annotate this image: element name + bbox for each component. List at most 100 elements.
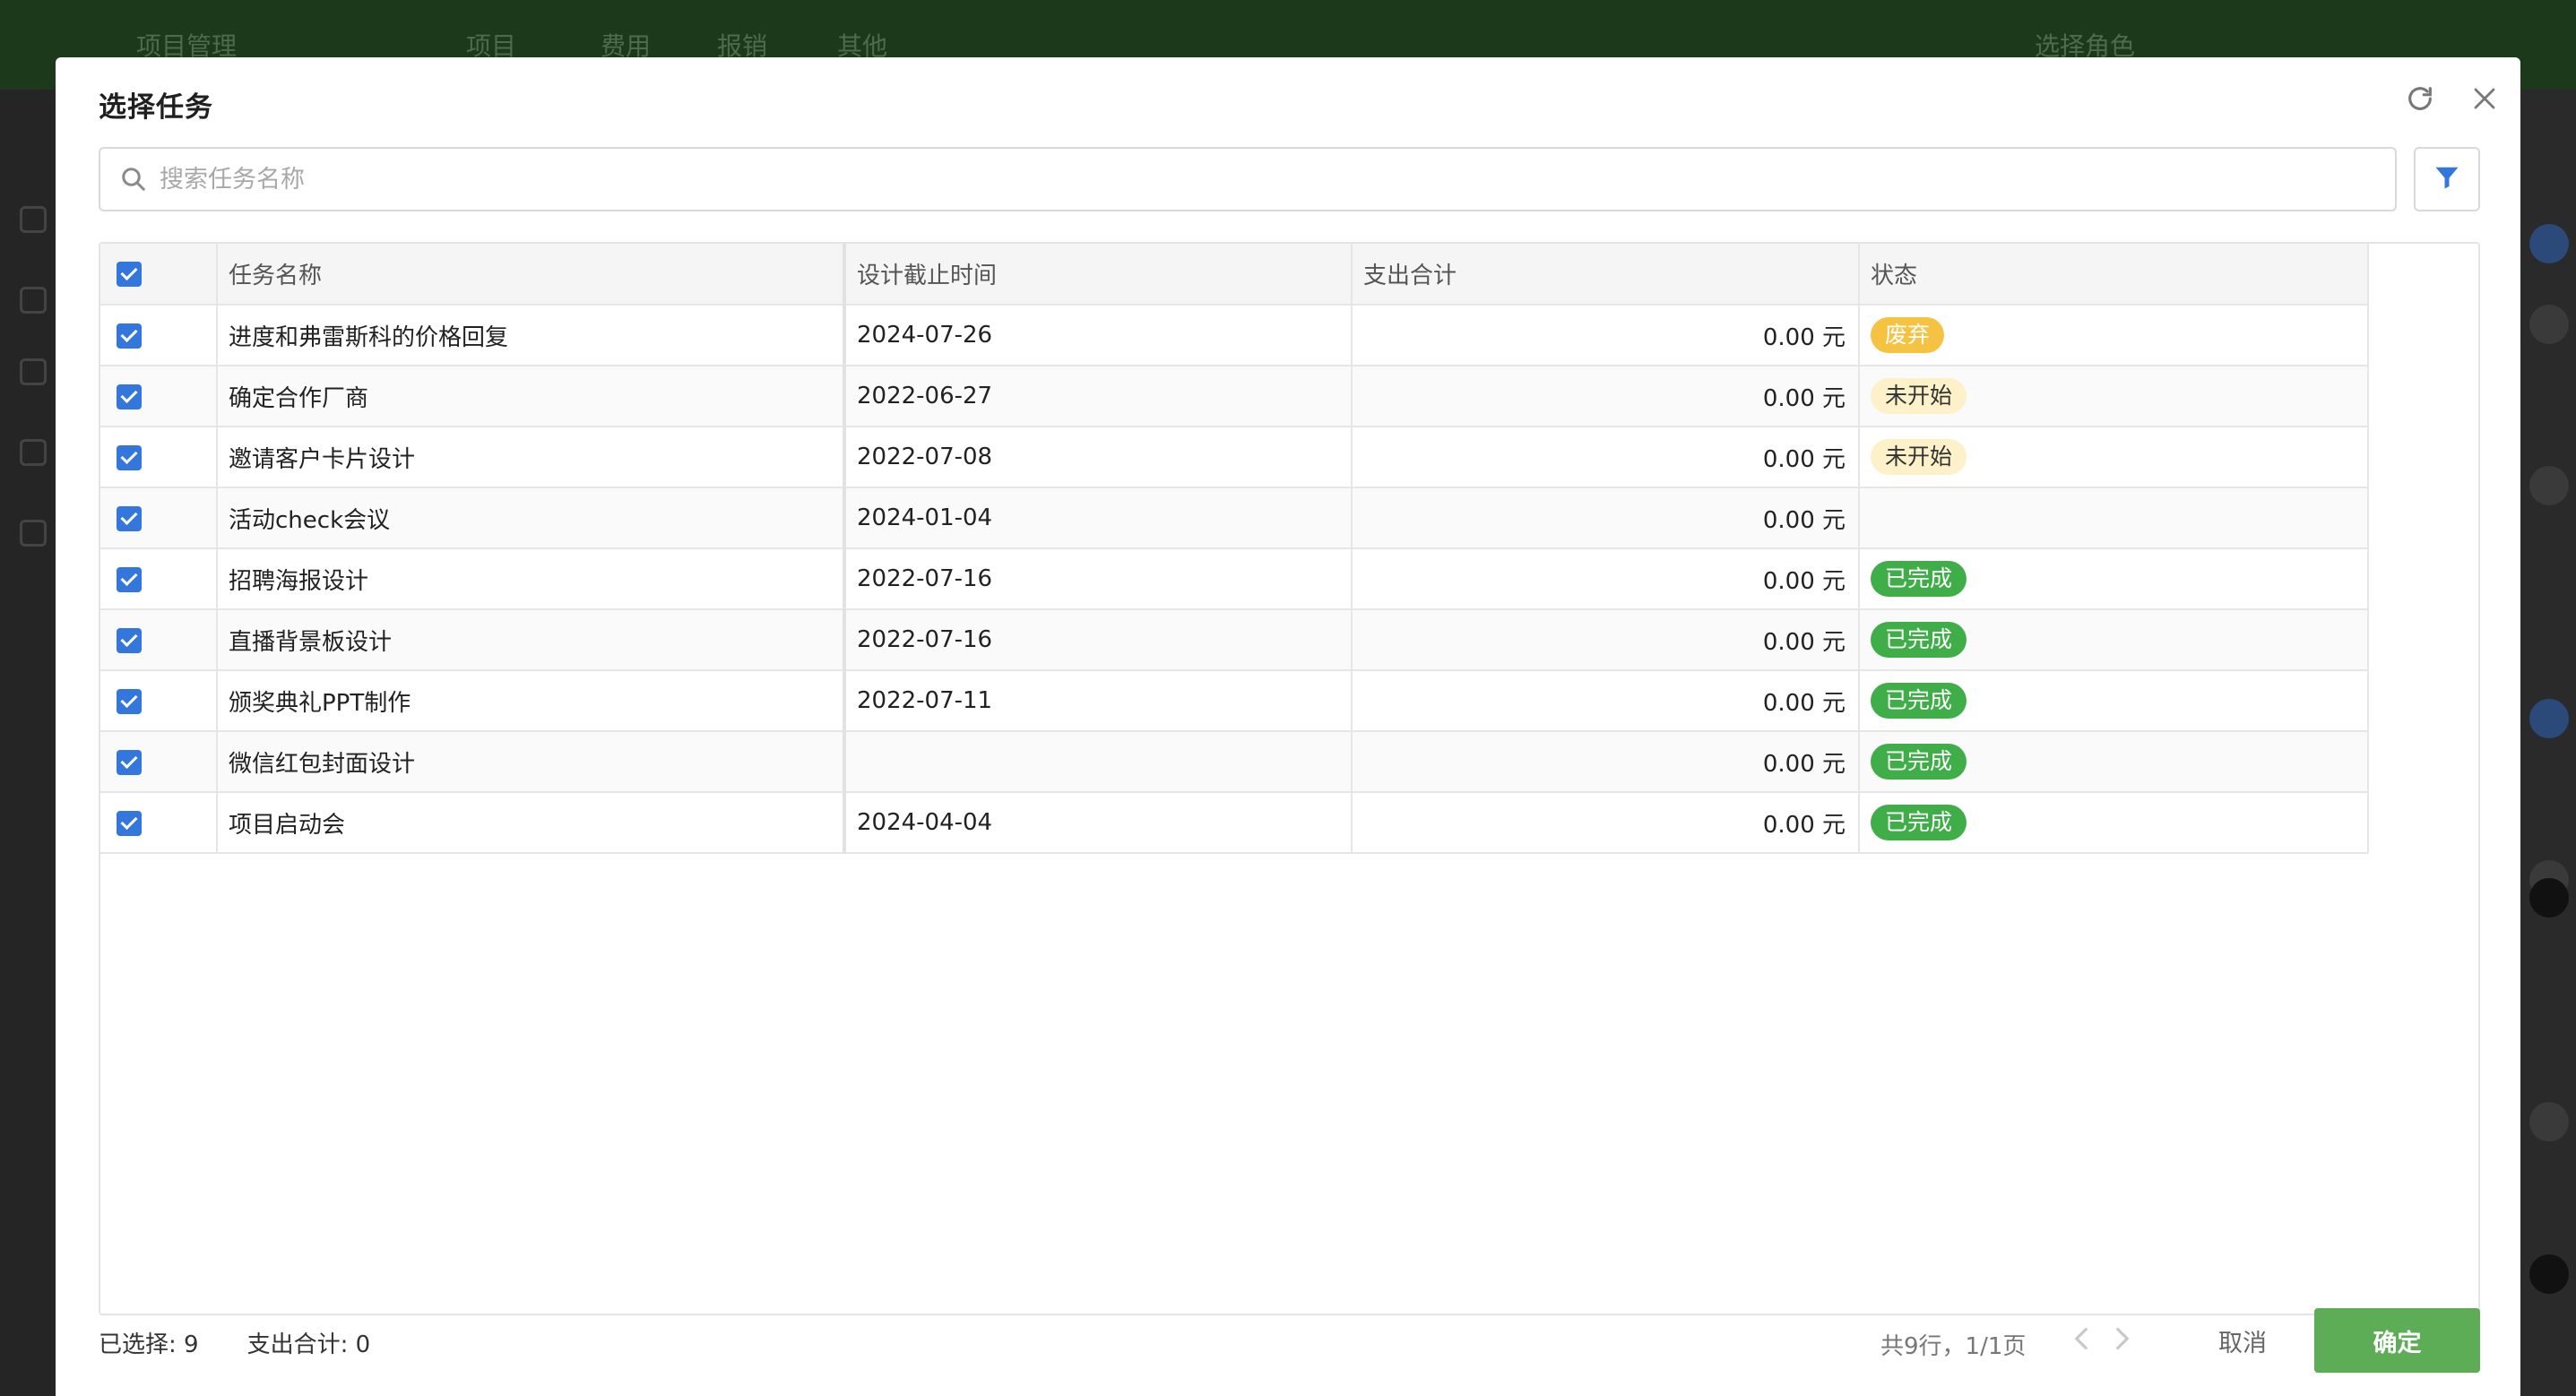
status-cell: 已完成 [1859, 609, 2369, 671]
row-checkbox[interactable] [117, 810, 142, 836]
column-header-expense[interactable]: 支出合计 [1352, 244, 1860, 306]
expense-cell: 0.00 元 [1352, 487, 1860, 549]
row-checkbox[interactable] [117, 505, 142, 531]
selection-summary: 已选择: 9 支出合计: 0 [99, 1326, 370, 1359]
filter-button[interactable] [2414, 147, 2480, 211]
status-badge: 已完成 [1871, 561, 1967, 597]
sidebar-icon [20, 287, 47, 314]
table-header-row: 任务名称 设计截止时间 支出合计 状态 [100, 244, 2369, 306]
expense-cell: 0.00 元 [1352, 366, 1860, 427]
expense-cell: 0.00 元 [1352, 731, 1860, 793]
table-row[interactable]: 进度和弗雷斯科的价格回复 2024-07-26 0.00 元 废弃 [100, 305, 2369, 366]
row-checkbox[interactable] [117, 627, 142, 653]
row-checkbox-cell [100, 731, 218, 793]
table-row[interactable]: 确定合作厂商 2022-06-27 0.00 元 未开始 [100, 366, 2369, 427]
status-badge: 已完成 [1871, 744, 1967, 780]
expense-cell: 0.00 元 [1352, 548, 1860, 610]
status-cell: 已完成 [1859, 670, 2369, 732]
table-row[interactable]: 项目启动会 2024-04-04 0.00 元 已完成 [100, 792, 2369, 854]
refresh-button[interactable] [2397, 77, 2443, 124]
next-page-button[interactable] [2105, 1321, 2140, 1360]
chevron-right-icon [2114, 1326, 2131, 1355]
refresh-icon [2405, 83, 2435, 117]
deadline-cell: 2022-07-08 [844, 427, 1353, 488]
expense-cell: 0.00 元 [1352, 427, 1860, 488]
row-checkbox-cell [100, 792, 218, 854]
row-checkbox[interactable] [117, 688, 142, 714]
avatar [2529, 1102, 2569, 1142]
deadline-cell: 2022-07-11 [844, 670, 1353, 732]
select-task-dialog: 选择任务 搜索任务名称 任务名称 设计截止时间 支出合计 状态 进度和弗雷斯科的… [56, 57, 2520, 1396]
row-checkbox[interactable] [117, 323, 142, 349]
chevron-left-icon [2072, 1326, 2090, 1355]
status-cell [1859, 487, 2369, 549]
cancel-button[interactable]: 取消 [2189, 1308, 2296, 1373]
deadline-cell: 2022-07-16 [844, 609, 1353, 671]
deadline-cell: 2022-06-27 [844, 366, 1353, 427]
row-checkbox[interactable] [117, 749, 142, 775]
table-row[interactable]: 直播背景板设计 2022-07-16 0.00 元 已完成 [100, 609, 2369, 671]
task-table: 任务名称 设计截止时间 支出合计 状态 进度和弗雷斯科的价格回复 2024-07… [99, 242, 2480, 1315]
table-row[interactable]: 邀请客户卡片设计 2022-07-08 0.00 元 未开始 [100, 427, 2369, 488]
status-badge: 未开始 [1871, 378, 1967, 414]
row-checkbox-cell [100, 487, 218, 549]
pager-info: 共9行，1/1页 [1880, 1333, 2027, 1360]
deadline-cell: 2024-07-26 [844, 305, 1353, 366]
table-row[interactable]: 招聘海报设计 2022-07-16 0.00 元 已完成 [100, 548, 2369, 610]
app-left-sidebar [0, 90, 56, 1396]
select-all-checkbox[interactable] [117, 262, 142, 287]
task-name-cell: 微信红包封面设计 [217, 731, 846, 793]
column-header-name[interactable]: 任务名称 [217, 244, 846, 306]
status-cell: 未开始 [1859, 366, 2369, 427]
task-name-cell: 招聘海报设计 [217, 548, 846, 610]
sidebar-icon [20, 206, 47, 233]
avatar [2529, 878, 2569, 918]
task-name-cell: 活动check会议 [217, 487, 846, 549]
task-name-cell: 直播背景板设计 [217, 609, 846, 671]
expense-cell: 0.00 元 [1352, 792, 1860, 854]
table-row[interactable]: 活动check会议 2024-01-04 0.00 元 [100, 487, 2369, 549]
status-cell: 已完成 [1859, 548, 2369, 610]
column-header-deadline[interactable]: 设计截止时间 [844, 244, 1353, 306]
select-all-cell [100, 244, 218, 306]
dialog-title: 选择任务 [99, 91, 213, 124]
prev-page-button[interactable] [2063, 1321, 2099, 1360]
status-cell: 已完成 [1859, 792, 2369, 854]
expense-cell: 0.00 元 [1352, 609, 1860, 671]
search-input[interactable] [160, 152, 2311, 206]
row-checkbox-cell [100, 609, 218, 671]
avatar [2529, 699, 2569, 738]
status-badge: 已完成 [1871, 805, 1967, 840]
table-row[interactable]: 颁奖典礼PPT制作 2022-07-11 0.00 元 已完成 [100, 670, 2369, 732]
deadline-cell: 2024-04-04 [844, 792, 1353, 854]
confirm-button[interactable]: 确定 [2314, 1308, 2480, 1373]
avatar [2529, 305, 2569, 344]
table-row[interactable]: 微信红包封面设计 0.00 元 已完成 [100, 731, 2369, 793]
task-name-cell: 邀请客户卡片设计 [217, 427, 846, 488]
app-right-panel [2519, 90, 2576, 1396]
row-checkbox[interactable] [117, 444, 142, 470]
row-checkbox[interactable] [117, 383, 142, 409]
column-header-status[interactable]: 状态 [1859, 244, 2369, 306]
status-cell: 废弃 [1859, 305, 2369, 366]
deadline-cell: 2022-07-16 [844, 548, 1353, 610]
close-button[interactable] [2461, 77, 2508, 124]
deadline-cell: 2024-01-04 [844, 487, 1353, 549]
expense-cell: 0.00 元 [1352, 305, 1860, 366]
search-box [99, 147, 2397, 211]
row-checkbox-cell [100, 366, 218, 427]
close-icon [2471, 85, 2498, 116]
task-name-cell: 进度和弗雷斯科的价格回复 [217, 305, 846, 366]
status-badge: 已完成 [1871, 622, 1967, 658]
row-checkbox-cell [100, 427, 218, 488]
row-checkbox-cell [100, 548, 218, 610]
row-checkbox[interactable] [117, 566, 142, 592]
selected-count: 已选择: 9 [99, 1331, 199, 1358]
avatar [2529, 1254, 2569, 1294]
expense-total: 支出合计: 0 [246, 1331, 371, 1358]
status-cell: 已完成 [1859, 731, 2369, 793]
sidebar-icon [20, 520, 47, 547]
filter-icon [2433, 164, 2460, 194]
sidebar-icon [20, 358, 47, 385]
search-icon [120, 166, 147, 193]
